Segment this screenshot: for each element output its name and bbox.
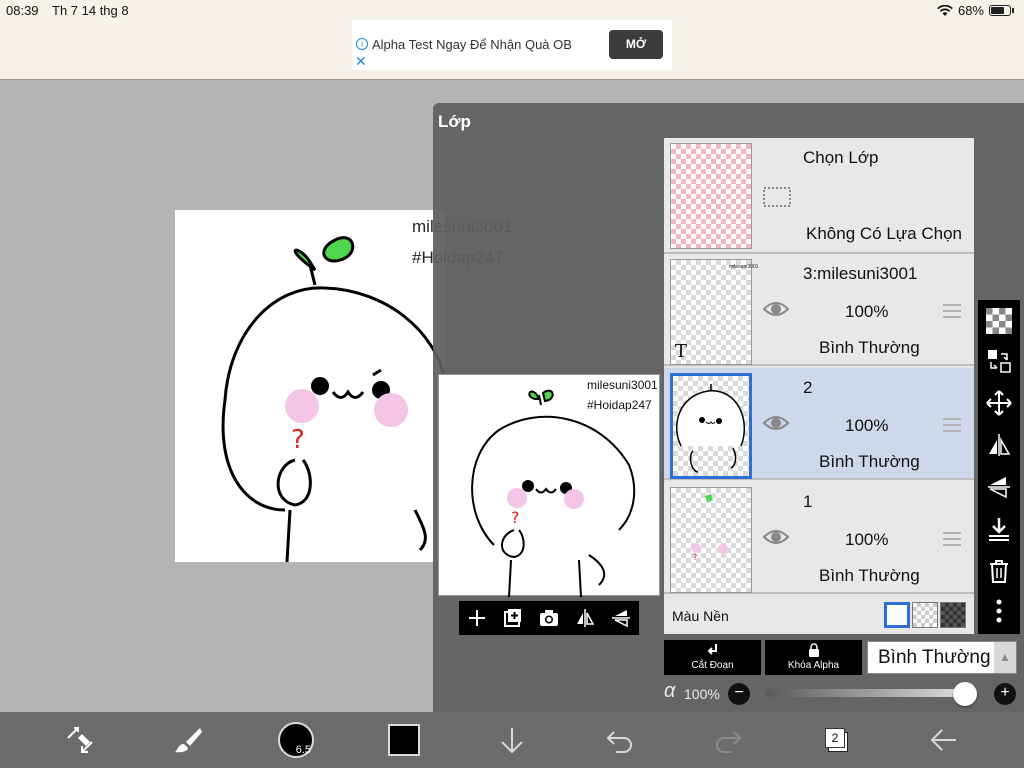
blend-mode-value: Bình Thường <box>878 647 991 668</box>
clip-button[interactable]: Cắt Đoạn <box>664 640 761 675</box>
transform-tool-icon[interactable] <box>64 724 96 756</box>
layer-side-toolbar <box>978 300 1020 634</box>
flip-vertical-icon[interactable] <box>611 608 631 628</box>
layer-name: 1 <box>803 492 813 511</box>
preview-toolbar <box>459 601 639 635</box>
camera-icon[interactable] <box>539 608 559 628</box>
layer-name: 3:milesuni3001 <box>803 264 918 283</box>
layer-opacity: 100% <box>845 416 889 435</box>
move-icon[interactable] <box>986 390 1012 416</box>
background-dark-swatch[interactable] <box>940 602 966 628</box>
flip-vertical-icon[interactable] <box>986 474 1012 500</box>
wifi-icon <box>937 4 953 16</box>
layer-blend-mode: Bình Thường <box>819 566 920 585</box>
layer-opacity: 100% <box>845 530 889 549</box>
ad-text[interactable]: Alpha Test Ngay Để Nhận Quà OB <box>372 37 572 52</box>
layers-button[interactable]: 2 <box>822 726 848 752</box>
layer-thumbnail-art: ? <box>691 494 728 562</box>
opacity-slider[interactable] <box>765 689 965 697</box>
brush-size-button[interactable]: 6.5 <box>278 722 314 758</box>
visibility-eye-icon[interactable] <box>762 413 790 433</box>
selection-marquee-icon <box>763 187 791 207</box>
ad-close-icon[interactable]: ✕ <box>355 53 367 70</box>
ad-info-icon[interactable]: i <box>356 38 368 50</box>
layer-thumbnail-text: milesuni3001 <box>729 264 759 270</box>
drag-handle-icon[interactable] <box>943 418 961 432</box>
flip-horizontal-icon[interactable] <box>986 432 1012 458</box>
duplicate-layer-icon[interactable] <box>503 608 523 628</box>
more-options-icon[interactable] <box>986 598 1012 624</box>
ad-banner[interactable]: i ✕ Alpha Test Ngay Để Nhận Quà OB MỞ <box>352 20 672 70</box>
layer-blend-mode: Bình Thường <box>819 338 920 357</box>
svg-text:?: ? <box>291 425 305 455</box>
background-white-swatch[interactable] <box>884 602 910 628</box>
canvas-character: ? <box>221 236 445 562</box>
layer-thumbnail: milesuni3001 T <box>670 259 758 365</box>
brush-size-value: 6.5 <box>295 744 311 756</box>
alpha-icon: α <box>664 680 676 702</box>
drag-handle-icon[interactable] <box>943 304 961 318</box>
layer-thumbnail-art <box>676 384 746 473</box>
checkerboard-icon[interactable] <box>986 308 1012 334</box>
merge-down-icon[interactable] <box>986 516 1012 542</box>
layer-blend-mode: Bình Thường <box>819 452 920 471</box>
top-bar: 08:39 Th 7 14 thg 8 68% i ✕ Alpha Test N… <box>0 0 1024 80</box>
layer-opacity: 100% <box>845 302 889 321</box>
background-transparent-swatch[interactable] <box>912 602 938 628</box>
layers-list: Chọn Lớp Không Có Lựa Chọn milesuni3001 … <box>664 138 974 634</box>
opacity-decrease-button[interactable]: − <box>728 683 750 705</box>
ad-open-button[interactable]: MỞ <box>609 30 663 59</box>
add-layer-icon[interactable] <box>467 608 487 628</box>
blend-mode-select[interactable]: Bình Thường ▲ <box>867 641 1017 674</box>
selection-thumbnail <box>670 143 752 249</box>
selection-layer-row[interactable]: Chọn Lớp Không Có Lựa Chọn <box>664 138 974 254</box>
battery-percent: 68% <box>957 3 984 18</box>
opacity-slider-knob[interactable] <box>953 682 977 706</box>
status-right: 68% <box>937 3 1014 18</box>
battery-icon <box>989 5 1011 16</box>
bottom-toolbar: 6.5 2 <box>0 712 1024 768</box>
opacity-increase-button[interactable]: + <box>994 683 1016 705</box>
transform-icon[interactable] <box>986 348 1012 374</box>
visibility-eye-icon[interactable] <box>762 527 790 547</box>
arrow-down-icon[interactable] <box>496 724 528 756</box>
layer-thumbnail <box>670 373 752 479</box>
alpha-lock-label: Khóa Alpha <box>787 660 840 671</box>
layer-row[interactable]: ? 1 100% Bình Thường <box>664 482 974 594</box>
lock-icon <box>808 643 819 657</box>
opacity-value: 100% <box>684 686 720 702</box>
layer-name: 2 <box>803 378 813 397</box>
flip-horizontal-icon[interactable] <box>575 608 595 628</box>
layer-row[interactable]: milesuni3001 T 3:milesuni3001 100% Bình … <box>664 254 974 366</box>
clip-icon <box>707 644 717 655</box>
selection-title: Chọn Lớp <box>803 148 879 167</box>
panel-title: Lớp <box>438 112 471 131</box>
drag-handle-icon[interactable] <box>943 532 961 546</box>
trash-icon[interactable] <box>986 558 1012 584</box>
alpha-lock-button[interactable]: Khóa Alpha <box>765 640 862 675</box>
layer-thumbnail: ? <box>670 487 752 593</box>
status-time: 08:39 <box>6 3 39 18</box>
svg-text:?: ? <box>511 508 520 527</box>
color-picker-button[interactable] <box>388 724 420 756</box>
undo-icon[interactable] <box>604 724 636 756</box>
background-color-row: Màu Nền <box>664 598 974 634</box>
text-layer-icon: T <box>675 341 688 362</box>
back-arrow-icon[interactable] <box>928 724 960 756</box>
visibility-eye-icon[interactable] <box>762 299 790 319</box>
svg-text:?: ? <box>693 553 697 562</box>
layer-row-selected[interactable]: 2 100% Bình Thường <box>664 368 974 480</box>
redo-icon[interactable] <box>712 724 744 756</box>
status-date: Th 7 14 thg 8 <box>52 3 129 18</box>
dropdown-arrow-icon[interactable]: ▲ <box>994 642 1016 673</box>
layer-count-value: 2 <box>825 728 845 748</box>
battery-tip <box>1012 8 1014 13</box>
preview-text-hashtag: #Hoidap247 <box>587 398 652 412</box>
selection-status: Không Có Lựa Chọn <box>806 224 962 243</box>
brush-tool-icon[interactable] <box>172 724 204 756</box>
clip-label: Cắt Đoạn <box>691 660 734 671</box>
preview-text-username: milesuni3001 <box>587 378 658 392</box>
background-color-label: Màu Nền <box>672 608 729 624</box>
opacity-row: α 100% − + <box>664 680 1020 708</box>
